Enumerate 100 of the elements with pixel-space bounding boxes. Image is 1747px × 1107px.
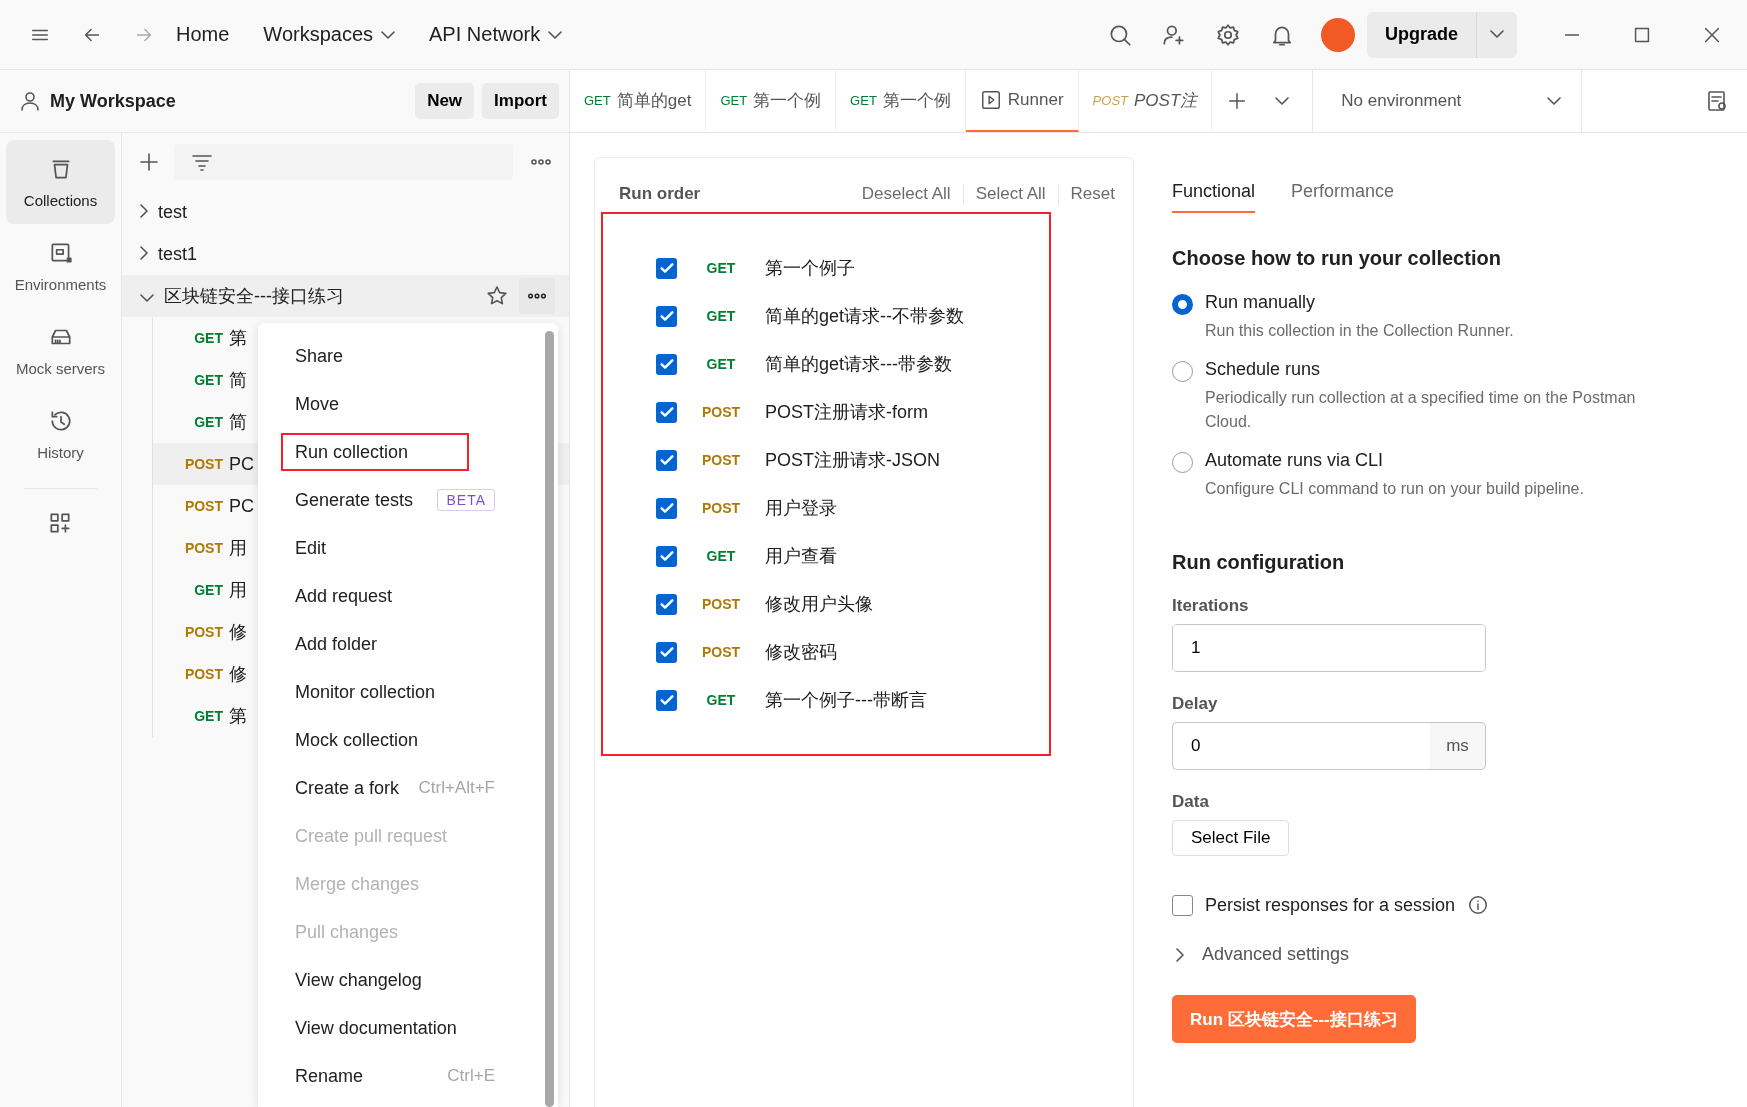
radio-button[interactable] xyxy=(1172,452,1193,473)
tab[interactable]: GET 第一个例 xyxy=(836,70,966,132)
nav-link[interactable]: Home xyxy=(166,17,240,52)
nav-link[interactable]: API Network xyxy=(419,17,573,52)
section-heading: Run configuration xyxy=(1172,551,1346,574)
radio-button[interactable] xyxy=(1172,294,1193,315)
menu-item[interactable]: Share xyxy=(281,332,509,380)
request-name[interactable]: 用 xyxy=(229,536,247,560)
menu-item[interactable]: Move xyxy=(281,380,509,428)
shortcut-label: Ctrl+E xyxy=(447,1066,495,1086)
checkbox[interactable] xyxy=(656,305,677,327)
menu-item[interactable]: Edit xyxy=(281,524,509,572)
request-name: 用户查看 xyxy=(765,545,837,568)
more-icon[interactable] xyxy=(519,278,555,314)
request-name[interactable]: 修 xyxy=(229,620,247,644)
scrollbar[interactable] xyxy=(545,331,554,1107)
request-name: 简单的get请求--不带参数 xyxy=(765,305,964,328)
request-name[interactable]: 第 xyxy=(229,326,247,350)
request-name: 第一个例子 xyxy=(765,257,855,280)
menu-item[interactable]: Run collection xyxy=(281,433,469,471)
workspace-button[interactable]: Import xyxy=(482,83,559,119)
checkbox[interactable] xyxy=(656,497,677,519)
chevron-icon xyxy=(1176,947,1184,962)
check-icon xyxy=(659,503,674,513)
tab[interactable]: GET 第一个例 xyxy=(706,70,837,132)
field-label: Data xyxy=(1172,792,1210,812)
checkbox[interactable] xyxy=(656,353,677,375)
filter-field[interactable] xyxy=(174,144,513,180)
method-label: GET xyxy=(705,308,737,324)
sidebar-item[interactable]: History xyxy=(6,392,115,476)
sidebar-item[interactable]: Collections xyxy=(6,140,115,224)
checkbox[interactable] xyxy=(656,257,677,279)
workspace-button[interactable]: New xyxy=(415,83,475,119)
run-order-action[interactable]: Deselect All xyxy=(849,184,963,204)
section-heading: Choose how to run your collection xyxy=(1172,247,1502,270)
avatar[interactable] xyxy=(1321,17,1355,52)
method-label: GET xyxy=(705,356,737,372)
request-name: 简单的get请求---带参数 xyxy=(765,353,952,376)
request-name[interactable]: 简 xyxy=(229,368,247,392)
method-label: POST xyxy=(183,666,223,682)
checkbox[interactable] xyxy=(1172,894,1193,916)
checkbox[interactable] xyxy=(656,545,677,567)
check-icon xyxy=(659,407,674,417)
run-order-action[interactable]: Reset xyxy=(1057,184,1127,204)
shortcut-label: Ctrl+Alt+F xyxy=(418,778,495,798)
chevron-icon xyxy=(140,293,154,302)
checkbox[interactable] xyxy=(656,641,677,663)
method-label: POST xyxy=(700,500,742,516)
tab[interactable]: Runner xyxy=(965,70,1079,132)
menu-item[interactable]: Rename Ctrl+E xyxy=(281,1052,509,1100)
tab[interactable]: Performance xyxy=(1291,179,1395,213)
tab[interactable]: Functional xyxy=(1172,179,1256,213)
tab[interactable]: GET 简单的get xyxy=(570,70,707,132)
menu-item[interactable]: Add folder xyxy=(281,620,509,668)
field-label: Iterations xyxy=(1172,596,1250,616)
select-file-button[interactable]: Select File xyxy=(1172,820,1290,856)
advanced-settings-toggle[interactable]: Advanced settings xyxy=(1172,944,1350,965)
request-name: 第一个例子---带断言 xyxy=(765,689,927,712)
checkbox[interactable] xyxy=(656,689,677,711)
request-name[interactable]: 简 xyxy=(229,410,247,434)
menu-item[interactable]: Add request xyxy=(281,572,509,620)
check-icon xyxy=(659,647,674,657)
checkbox[interactable] xyxy=(656,401,677,423)
request-name[interactable]: 第 xyxy=(229,704,247,728)
menu-item[interactable]: Create a fork Ctrl+Alt+F xyxy=(281,764,509,812)
chevron-icon xyxy=(140,245,148,260)
request-name: POST注册请求-form xyxy=(765,401,928,424)
request-name[interactable]: PC xyxy=(229,495,254,517)
request-name[interactable]: PC xyxy=(229,453,254,475)
request-name[interactable]: 修 xyxy=(229,662,247,686)
checkbox[interactable] xyxy=(656,449,677,471)
workspace-name: My Workspace xyxy=(50,90,177,112)
nav-link[interactable]: Workspaces xyxy=(253,17,406,52)
checkbox[interactable] xyxy=(656,593,677,615)
menu-item[interactable]: Generate tests BETA xyxy=(281,476,509,524)
collection-name[interactable]: test xyxy=(158,201,555,223)
menu-item[interactable]: Monitor collection xyxy=(281,668,509,716)
run-order-action[interactable]: Select All xyxy=(962,184,1058,204)
method-label: POST xyxy=(700,404,742,420)
menu-item[interactable]: Mock collection xyxy=(281,716,509,764)
check-icon xyxy=(659,599,674,609)
method-label: POST xyxy=(700,596,742,612)
method-label: GET xyxy=(193,414,223,430)
radio-button[interactable] xyxy=(1172,361,1193,382)
method-label: GET xyxy=(193,372,223,388)
request-name: 修改密码 xyxy=(765,641,837,664)
request-name[interactable]: 用 xyxy=(229,578,247,602)
option-label: Run manually xyxy=(1205,292,1317,313)
menu-item[interactable]: View documentation xyxy=(281,1004,509,1052)
field-label: Delay xyxy=(1172,694,1219,714)
sidebar-item[interactable]: Mock servers xyxy=(6,308,115,392)
sidebar-item[interactable]: Environments xyxy=(6,224,115,308)
input-field[interactable]: 1 xyxy=(1172,624,1486,672)
option-label: Automate runs via CLI xyxy=(1205,450,1385,471)
tab[interactable]: POST POST注 xyxy=(1078,70,1213,132)
method-label: POST xyxy=(700,452,742,468)
environment-select[interactable]: No environment xyxy=(1312,70,1583,132)
caret-icon xyxy=(381,30,396,39)
menu-item[interactable]: View changelog xyxy=(281,956,509,1004)
collection-name[interactable]: test1 xyxy=(158,243,555,265)
